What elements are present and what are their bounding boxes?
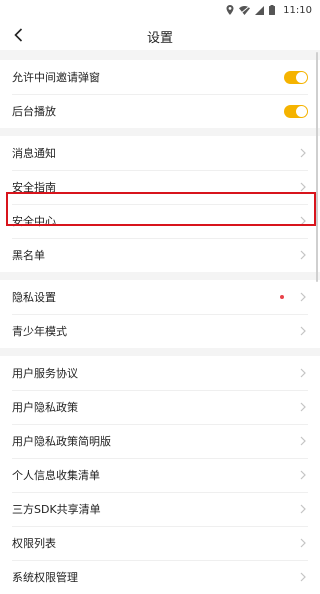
chevron-right-icon bbox=[298, 250, 308, 260]
background-play-toggle[interactable] bbox=[284, 104, 308, 118]
menu-item-label: 用户隐私政策 bbox=[12, 401, 78, 414]
battery-icon bbox=[269, 5, 276, 15]
menu-item-label: 用户隐私政策简明版 bbox=[12, 435, 111, 448]
chevron-right-icon bbox=[298, 504, 308, 514]
menu-item-system-permissions[interactable]: 系统权限管理 bbox=[0, 560, 320, 594]
toggle-row-background-play[interactable]: 后台播放 bbox=[0, 94, 320, 128]
menu-item-label: 系统权限管理 bbox=[12, 571, 78, 584]
menu-item-label: 三方SDK共享清单 bbox=[12, 503, 101, 516]
menu-item-blacklist[interactable]: 黑名单 bbox=[0, 238, 320, 272]
toggle-row-invite-popup[interactable]: 允许中间邀请弹窗 bbox=[0, 60, 320, 94]
menu-item-label: 消息通知 bbox=[12, 147, 56, 160]
menu-item-security-center[interactable]: 安全中心 bbox=[0, 204, 320, 238]
location-icon bbox=[226, 5, 234, 15]
chevron-right-icon bbox=[298, 470, 308, 480]
menu-item-label: 权限列表 bbox=[12, 537, 56, 550]
wifi-icon bbox=[239, 5, 251, 15]
status-bar: 11:10 bbox=[0, 0, 320, 20]
chevron-right-icon bbox=[298, 148, 308, 158]
menu-item-privacy-policy-brief[interactable]: 用户隐私政策简明版 bbox=[0, 424, 320, 458]
menu-item-safety-guide[interactable]: 安全指南 bbox=[0, 170, 320, 204]
menu-item-label: 安全指南 bbox=[12, 181, 56, 194]
menu-item-notifications[interactable]: 消息通知 bbox=[0, 136, 320, 170]
menu-item-label: 黑名单 bbox=[12, 249, 45, 262]
chevron-right-icon bbox=[298, 182, 308, 192]
menu-item-teen-mode[interactable]: 青少年模式 bbox=[0, 314, 320, 348]
menu-item-label: 安全中心 bbox=[12, 215, 56, 228]
menu-item-label: 用户服务协议 bbox=[12, 367, 78, 380]
chevron-right-icon bbox=[298, 216, 308, 226]
menu-item-user-agreement[interactable]: 用户服务协议 bbox=[0, 356, 320, 390]
chevron-right-icon bbox=[298, 368, 308, 378]
menu-item-personal-info-list[interactable]: 个人信息收集清单 bbox=[0, 458, 320, 492]
menu-item-label: 个人信息收集清单 bbox=[12, 469, 100, 482]
menu-item-label: 青少年模式 bbox=[12, 325, 67, 338]
chevron-right-icon bbox=[298, 572, 308, 582]
invite-popup-toggle[interactable] bbox=[284, 70, 308, 84]
chevron-right-icon bbox=[298, 402, 308, 412]
scrollbar[interactable] bbox=[316, 52, 318, 282]
status-time: 11:10 bbox=[283, 4, 312, 16]
menu-item-permission-list[interactable]: 权限列表 bbox=[0, 526, 320, 560]
settings-group-1: 消息通知 安全指南 安全中心 黑名单 bbox=[0, 136, 320, 272]
chevron-right-icon bbox=[298, 538, 308, 548]
top-bar: 设置 bbox=[0, 20, 320, 50]
chevron-right-icon bbox=[298, 436, 308, 446]
toggle-label: 允许中间邀请弹窗 bbox=[12, 71, 100, 84]
settings-group-3: 用户服务协议 用户隐私政策 用户隐私政策简明版 个人信息收集清单 三方SDK共享… bbox=[0, 356, 320, 594]
chevron-right-icon bbox=[298, 326, 308, 336]
toggle-label: 后台播放 bbox=[12, 105, 56, 118]
menu-item-sdk-sharing-list[interactable]: 三方SDK共享清单 bbox=[0, 492, 320, 526]
toggle-group: 允许中间邀请弹窗 后台播放 bbox=[0, 60, 320, 128]
menu-item-label: 隐私设置 bbox=[12, 291, 56, 304]
page-title: 设置 bbox=[146, 31, 173, 46]
signal-icon bbox=[255, 5, 265, 15]
settings-group-2: 隐私设置 青少年模式 bbox=[0, 280, 320, 348]
unread-dot bbox=[280, 295, 284, 299]
menu-item-privacy-settings[interactable]: 隐私设置 bbox=[0, 280, 320, 314]
chevron-right-icon bbox=[298, 292, 308, 302]
menu-item-privacy-policy[interactable]: 用户隐私政策 bbox=[0, 390, 320, 424]
